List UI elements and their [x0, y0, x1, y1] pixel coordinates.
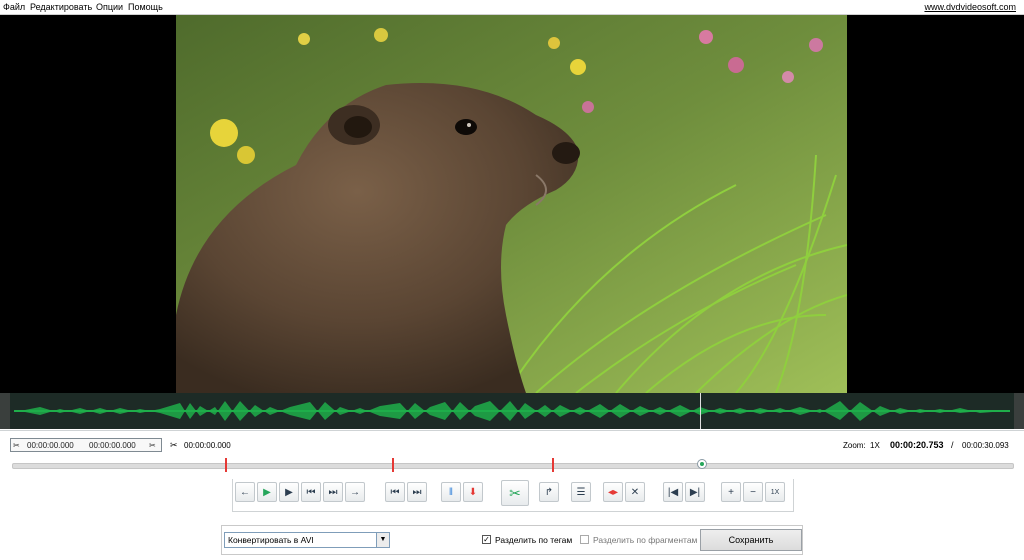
timeline-slider[interactable]: [0, 455, 1024, 477]
video-player[interactable]: [0, 15, 1024, 393]
range-start-icon[interactable]: ✂: [13, 441, 20, 450]
save-button[interactable]: Сохранить: [700, 529, 802, 551]
download-marker-icon[interactable]: ⬇: [463, 482, 483, 502]
cut-marker[interactable]: [392, 458, 394, 472]
marker-group: ‖ ⬇: [441, 482, 483, 504]
jump-group: |◀ ▶|: [663, 482, 705, 504]
time-separator: /: [951, 440, 954, 450]
settings-group: ☰: [571, 482, 591, 504]
step-forward-icon[interactable]: →: [345, 482, 365, 502]
step-back-icon[interactable]: ←: [235, 482, 255, 502]
website-link[interactable]: www.dvdvideosoft.com: [924, 2, 1016, 12]
jump-prev-icon[interactable]: |◀: [663, 482, 683, 502]
play-selection-icon[interactable]: ▶: [279, 482, 299, 502]
tag-group: ◂▸ ✕: [603, 482, 645, 504]
zoom-label: Zoom:: [843, 441, 866, 450]
split-by-fragments-label: Разделить по фрагментам: [593, 535, 698, 545]
timeline-thumb[interactable]: [697, 459, 707, 469]
zoom-group: + − 1X: [721, 482, 785, 504]
play-icon[interactable]: ▶: [257, 482, 277, 502]
zoom-in-icon[interactable]: +: [721, 482, 741, 502]
timeline-track[interactable]: [12, 463, 1014, 469]
zoom-value: 1X: [870, 441, 880, 450]
selection-range-box[interactable]: ✂ 00:00:00.000 00:00:00.000 ✂: [10, 438, 162, 452]
range-start-time: 00:00:00.000: [27, 441, 74, 450]
video-frame: [176, 15, 847, 393]
format-select[interactable]: Конвертировать в AVI ▼: [224, 532, 390, 548]
chevron-down-icon[interactable]: ▼: [376, 533, 389, 547]
cut-time: 00:00:00.000: [184, 441, 231, 450]
total-duration: 00:00:30.093: [962, 441, 1009, 450]
cut-marker[interactable]: [552, 458, 554, 472]
waveform-graph: [14, 393, 1010, 429]
playback-toolbar: ← ▶ ▶ ⏮ ⏭ → ⏮ ⏭ ‖ ⬇ ✂ ↱ ☰ ◂▸ ✕ |◀ ▶| + −…: [232, 479, 794, 512]
cut-icon[interactable]: ✂: [170, 440, 178, 451]
cut-group: ✂: [501, 480, 529, 506]
zoom-out-icon[interactable]: −: [743, 482, 763, 502]
format-select-value: Конвертировать в AVI: [228, 535, 314, 545]
next-marker-icon[interactable]: ⏭: [407, 482, 427, 502]
go-end-icon[interactable]: ⏭: [323, 482, 343, 502]
menu-file[interactable]: Файл: [3, 2, 25, 12]
split-by-fragments-checkbox[interactable]: [580, 535, 589, 544]
menu-edit[interactable]: Редактировать: [30, 2, 92, 12]
rotate-group: ↱: [539, 482, 559, 504]
output-panel: Конвертировать в AVI ▼ ✓ Разделить по те…: [221, 525, 803, 555]
prev-marker-icon[interactable]: ⏮: [385, 482, 405, 502]
add-marker-icon[interactable]: ‖: [441, 482, 461, 502]
time-info-row: ✂ 00:00:00.000 00:00:00.000 ✂ ✂ 00:00:00…: [0, 430, 1024, 455]
split-tag-icon[interactable]: ◂▸: [603, 482, 623, 502]
current-time: 00:00:20.753: [890, 440, 944, 450]
menu-help[interactable]: Помощь: [128, 2, 163, 12]
jump-next-icon[interactable]: ▶|: [685, 482, 705, 502]
adjust-icon[interactable]: ☰: [571, 482, 591, 502]
range-end-icon[interactable]: ✂: [149, 441, 156, 450]
seek-group: ⏮ ⏭: [385, 482, 427, 504]
cut-scissors-icon[interactable]: ✂: [501, 480, 529, 506]
video-frame-image: [176, 15, 847, 393]
go-start-icon[interactable]: ⏮: [301, 482, 321, 502]
split-by-tags-checkbox[interactable]: ✓: [482, 535, 491, 544]
menu-bar: Файл Редактировать Опции Помощь www.dvdv…: [0, 0, 1024, 15]
zoom-reset-button[interactable]: 1X: [765, 482, 785, 502]
transport-group: ← ▶ ▶ ⏮ ⏭ →: [235, 482, 365, 504]
cut-marker[interactable]: [225, 458, 227, 472]
rotate-icon[interactable]: ↱: [539, 482, 559, 502]
audio-waveform[interactable]: [0, 393, 1024, 429]
split-by-tags-label: Разделить по тегам: [495, 535, 573, 545]
remove-tag-icon[interactable]: ✕: [625, 482, 645, 502]
menu-options[interactable]: Опции: [96, 2, 123, 12]
range-end-time: 00:00:00.000: [89, 441, 136, 450]
